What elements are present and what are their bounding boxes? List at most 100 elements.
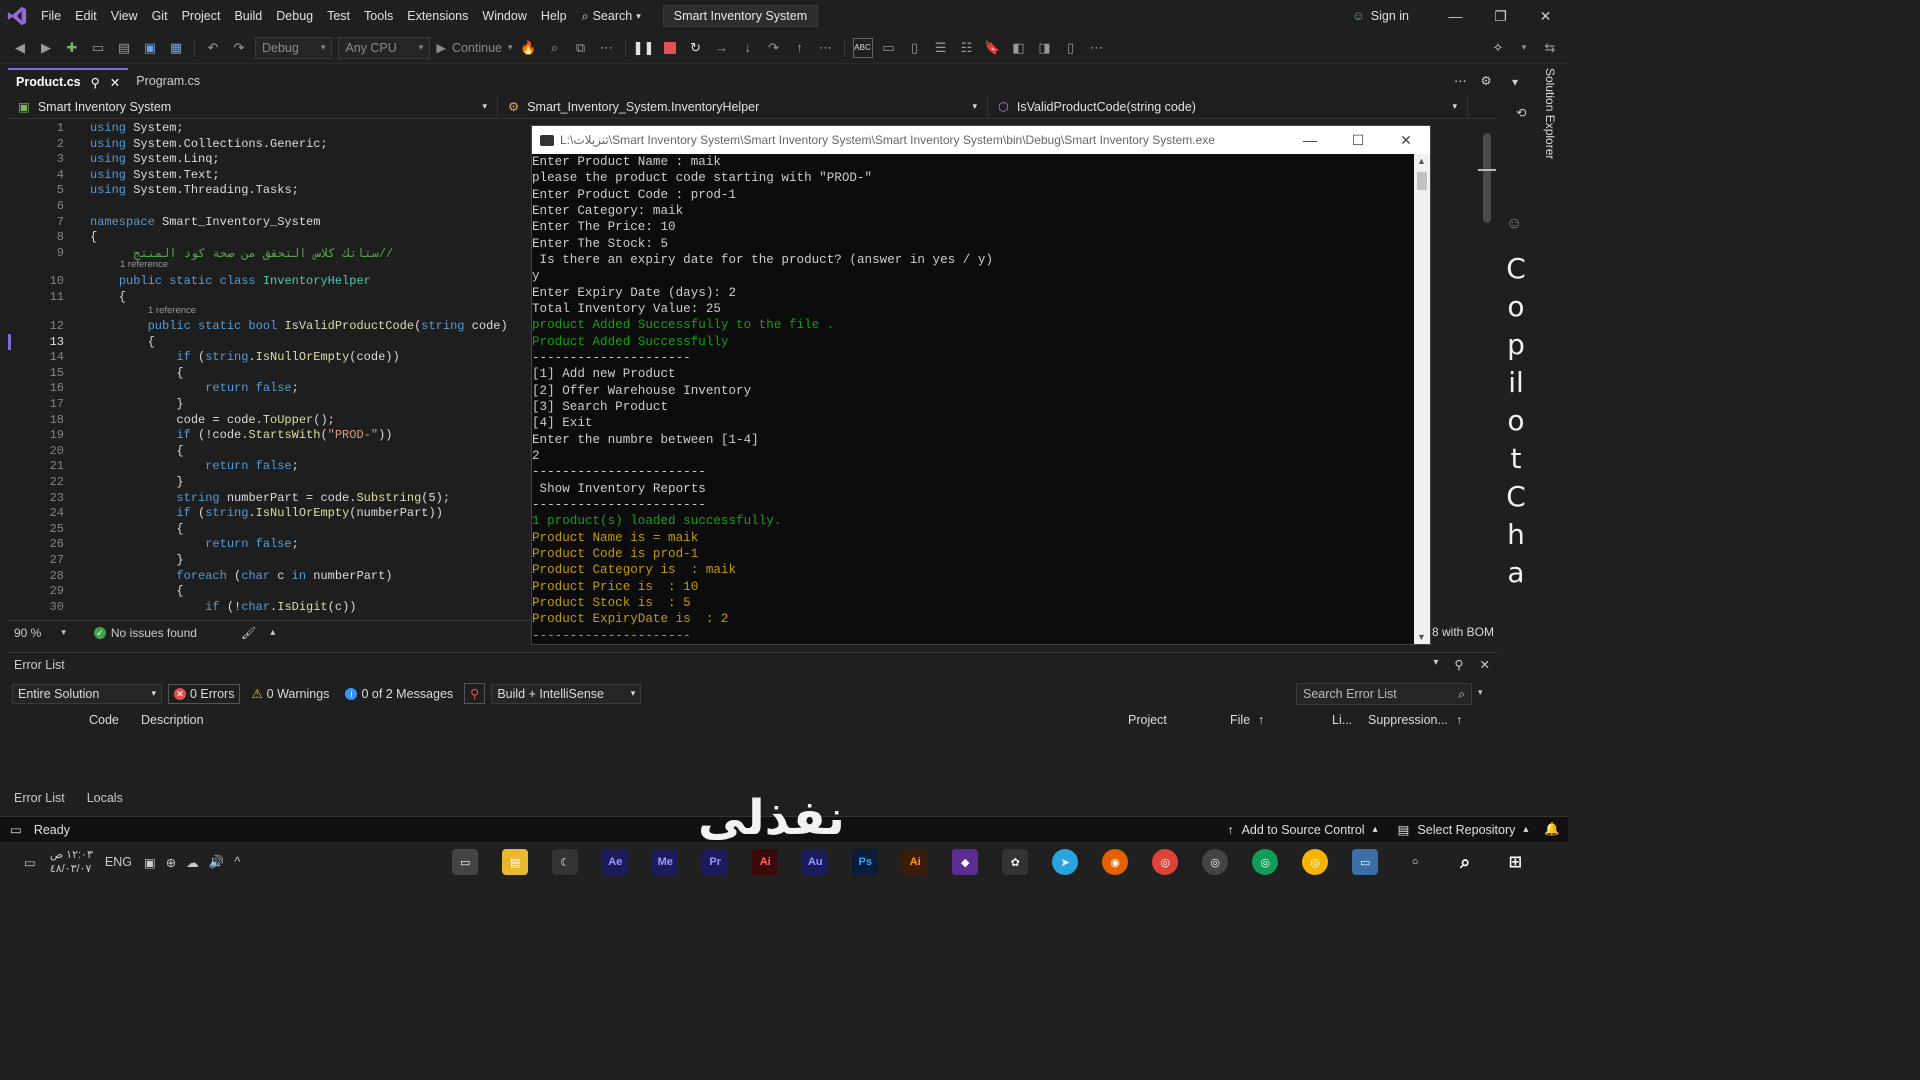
notification-icon[interactable]: ▭ [24,855,36,870]
premiere-app-icon[interactable]: Pr [702,849,729,875]
tab-locals[interactable]: Locals [87,791,123,805]
column-suppression[interactable]: Suppression... [1368,713,1448,727]
more-icon[interactable]: ⋯ [816,38,836,58]
column-line[interactable]: Li... [1332,713,1352,727]
console-window[interactable]: L:\تنزيلات\Smart Inventory System\Smart … [531,125,1431,645]
step-into-icon[interactable]: ↓ [738,38,758,58]
forward-icon[interactable]: ▶ [36,38,56,58]
code-lens-class-references[interactable]: 1 reference [120,259,168,270]
copilot-icon[interactable]: ✧ [1488,38,1508,58]
animate-app-icon[interactable]: Ai [752,849,779,875]
browse-icon[interactable]: ⌕ [545,38,565,58]
errors-filter-button[interactable]: ✕ 0 Errors [168,683,241,704]
more-icon[interactable]: ⋯ [1454,73,1467,88]
chevron-down-icon[interactable]: ▾ [1478,687,1483,698]
menu-edit[interactable]: Edit [68,0,104,32]
bookmark-icon[interactable]: 🔖 [983,38,1003,58]
history-icon[interactable]: ⟲ [1516,105,1526,120]
scope-dropdown[interactable]: Entire Solution ▾ [12,683,162,704]
scroll-up-icon[interactable]: ▲ [1417,156,1426,166]
error-list-search-input[interactable]: Search Error List ⌕ [1296,683,1472,705]
editor-scrollbar[interactable] [1478,119,1496,619]
hot-reload-icon[interactable]: 🔥 [519,38,539,58]
notification-bell-icon[interactable]: 🔔 [1544,822,1560,837]
media-encoder-app-icon[interactable]: Me [652,849,679,875]
chevron-up-icon[interactable]: ^ [234,855,240,869]
chrome-app-icon[interactable]: ◎ [1302,849,1329,875]
visual-studio-app-icon[interactable]: ◆ [952,849,979,875]
menu-build[interactable]: Build [227,0,269,32]
stop-icon[interactable] [660,38,680,58]
diagnostic-icon[interactable]: ⧉ [571,38,591,58]
more-icon[interactable]: ⋯ [1087,38,1107,58]
code-editor[interactable]: 1 using System; 2 using System.Collections.… [8,119,530,620]
console-minimize-button[interactable]: — [1286,132,1334,148]
cortana-icon[interactable]: ○ [1402,849,1428,875]
search-box[interactable]: ⌕ Search ▾ [574,9,649,24]
comment-icon[interactable]: ▭ [879,38,899,58]
scroll-down-icon[interactable]: ▼ [1417,632,1426,642]
copilot-chat-tab[interactable]: Co p il o t Ch a [1506,250,1526,592]
tab-program-cs[interactable]: Program.cs [128,68,208,94]
restart-icon[interactable]: ↻ [686,38,706,58]
add-to-source-control[interactable]: Add to Source Control [1242,823,1365,837]
chevron-down-icon[interactable]: ▾ [1512,75,1518,89]
firefox-app-icon[interactable]: ◉ [1102,849,1129,875]
spell-check-icon[interactable]: ABC [852,37,873,58]
tab-product-cs[interactable]: Product.cs ⚲ ✕ [8,68,129,94]
outdent-icon[interactable]: ☷ [957,38,977,58]
menu-debug[interactable]: Debug [269,0,320,32]
project-dropdown[interactable]: ▣ Smart Inventory System ▾ [8,95,498,118]
menu-project[interactable]: Project [175,0,228,32]
menu-view[interactable]: View [104,0,145,32]
chevron-down-icon[interactable]: ▾ [1514,38,1534,58]
pin-icon[interactable]: ⚲ [91,75,100,90]
platform-dropdown[interactable]: Any CPU ▾ [338,36,431,59]
console-scrollbar[interactable]: ▲ ▼ [1414,154,1430,644]
clear-bookmarks-icon[interactable]: ▯ [1061,38,1081,58]
prev-bookmark-icon[interactable]: ◧ [1009,38,1029,58]
pause-icon[interactable]: ❚❚ [633,38,655,58]
chevron-down-icon[interactable]: ▾ [1433,657,1438,672]
member-dropdown[interactable]: ⬡ IsValidProductCode(string code) ▾ [988,95,1468,118]
visual-studio-logo-icon[interactable] [6,5,28,27]
filter-toggle-button[interactable]: ⚲ [464,683,486,704]
redo-icon[interactable]: ↷ [229,38,249,58]
illustrator-app-icon[interactable]: Ai [902,849,929,875]
code-lens-method-references[interactable]: 1 reference [148,305,196,316]
undo-icon[interactable]: ↶ [203,38,223,58]
new-file-icon[interactable]: ▭ [88,38,108,58]
indent-icon[interactable]: ☰ [931,38,951,58]
language-indicator[interactable]: ENG [105,855,132,869]
live-share-icon[interactable]: ⇆ [1540,38,1560,58]
continue-button[interactable]: ▶ Continue ▾ [436,40,512,56]
uncomment-icon[interactable]: ▯ [905,38,925,58]
app-icon[interactable]: ☾ [552,849,579,875]
chrome-app-icon[interactable]: ◎ [1152,849,1179,875]
next-bookmark-icon[interactable]: ◨ [1035,38,1055,58]
chevron-up-icon[interactable]: ▴ [270,627,275,638]
column-code[interactable]: Code [89,713,119,727]
open-icon[interactable]: ▤ [114,38,134,58]
telegram-app-icon[interactable]: ➤ [1052,849,1079,875]
no-issues-indicator[interactable]: ✓ No issues found [93,626,197,640]
menu-window[interactable]: Window [475,0,533,32]
zoom-dropdown[interactable]: 90 % ▾ [14,626,66,640]
more-icon[interactable]: ⋯ [597,38,617,58]
pin-icon[interactable]: ⚲ [1454,657,1463,672]
battery-icon[interactable]: ▣ [144,855,156,870]
column-description[interactable]: Description [141,713,204,727]
save-all-icon[interactable]: ▦ [166,38,186,58]
scrollbar-thumb[interactable] [1483,133,1491,223]
scrollbar-thumb[interactable] [1417,172,1427,190]
copilot-chat-icon[interactable]: ☺ [1506,215,1522,233]
close-button[interactable]: ✕ [1523,8,1568,25]
save-icon[interactable]: ▣ [140,38,160,58]
select-repository[interactable]: Select Repository [1417,823,1515,837]
desktop-app-icon[interactable]: ▭ [1352,849,1379,875]
brush-icon[interactable]: 🖌 [241,626,256,640]
chrome-app-icon[interactable]: ◎ [1252,849,1279,875]
column-project[interactable]: Project [1128,713,1167,727]
close-icon[interactable]: ✕ [1480,657,1490,672]
audition-app-icon[interactable]: Au [802,849,829,875]
